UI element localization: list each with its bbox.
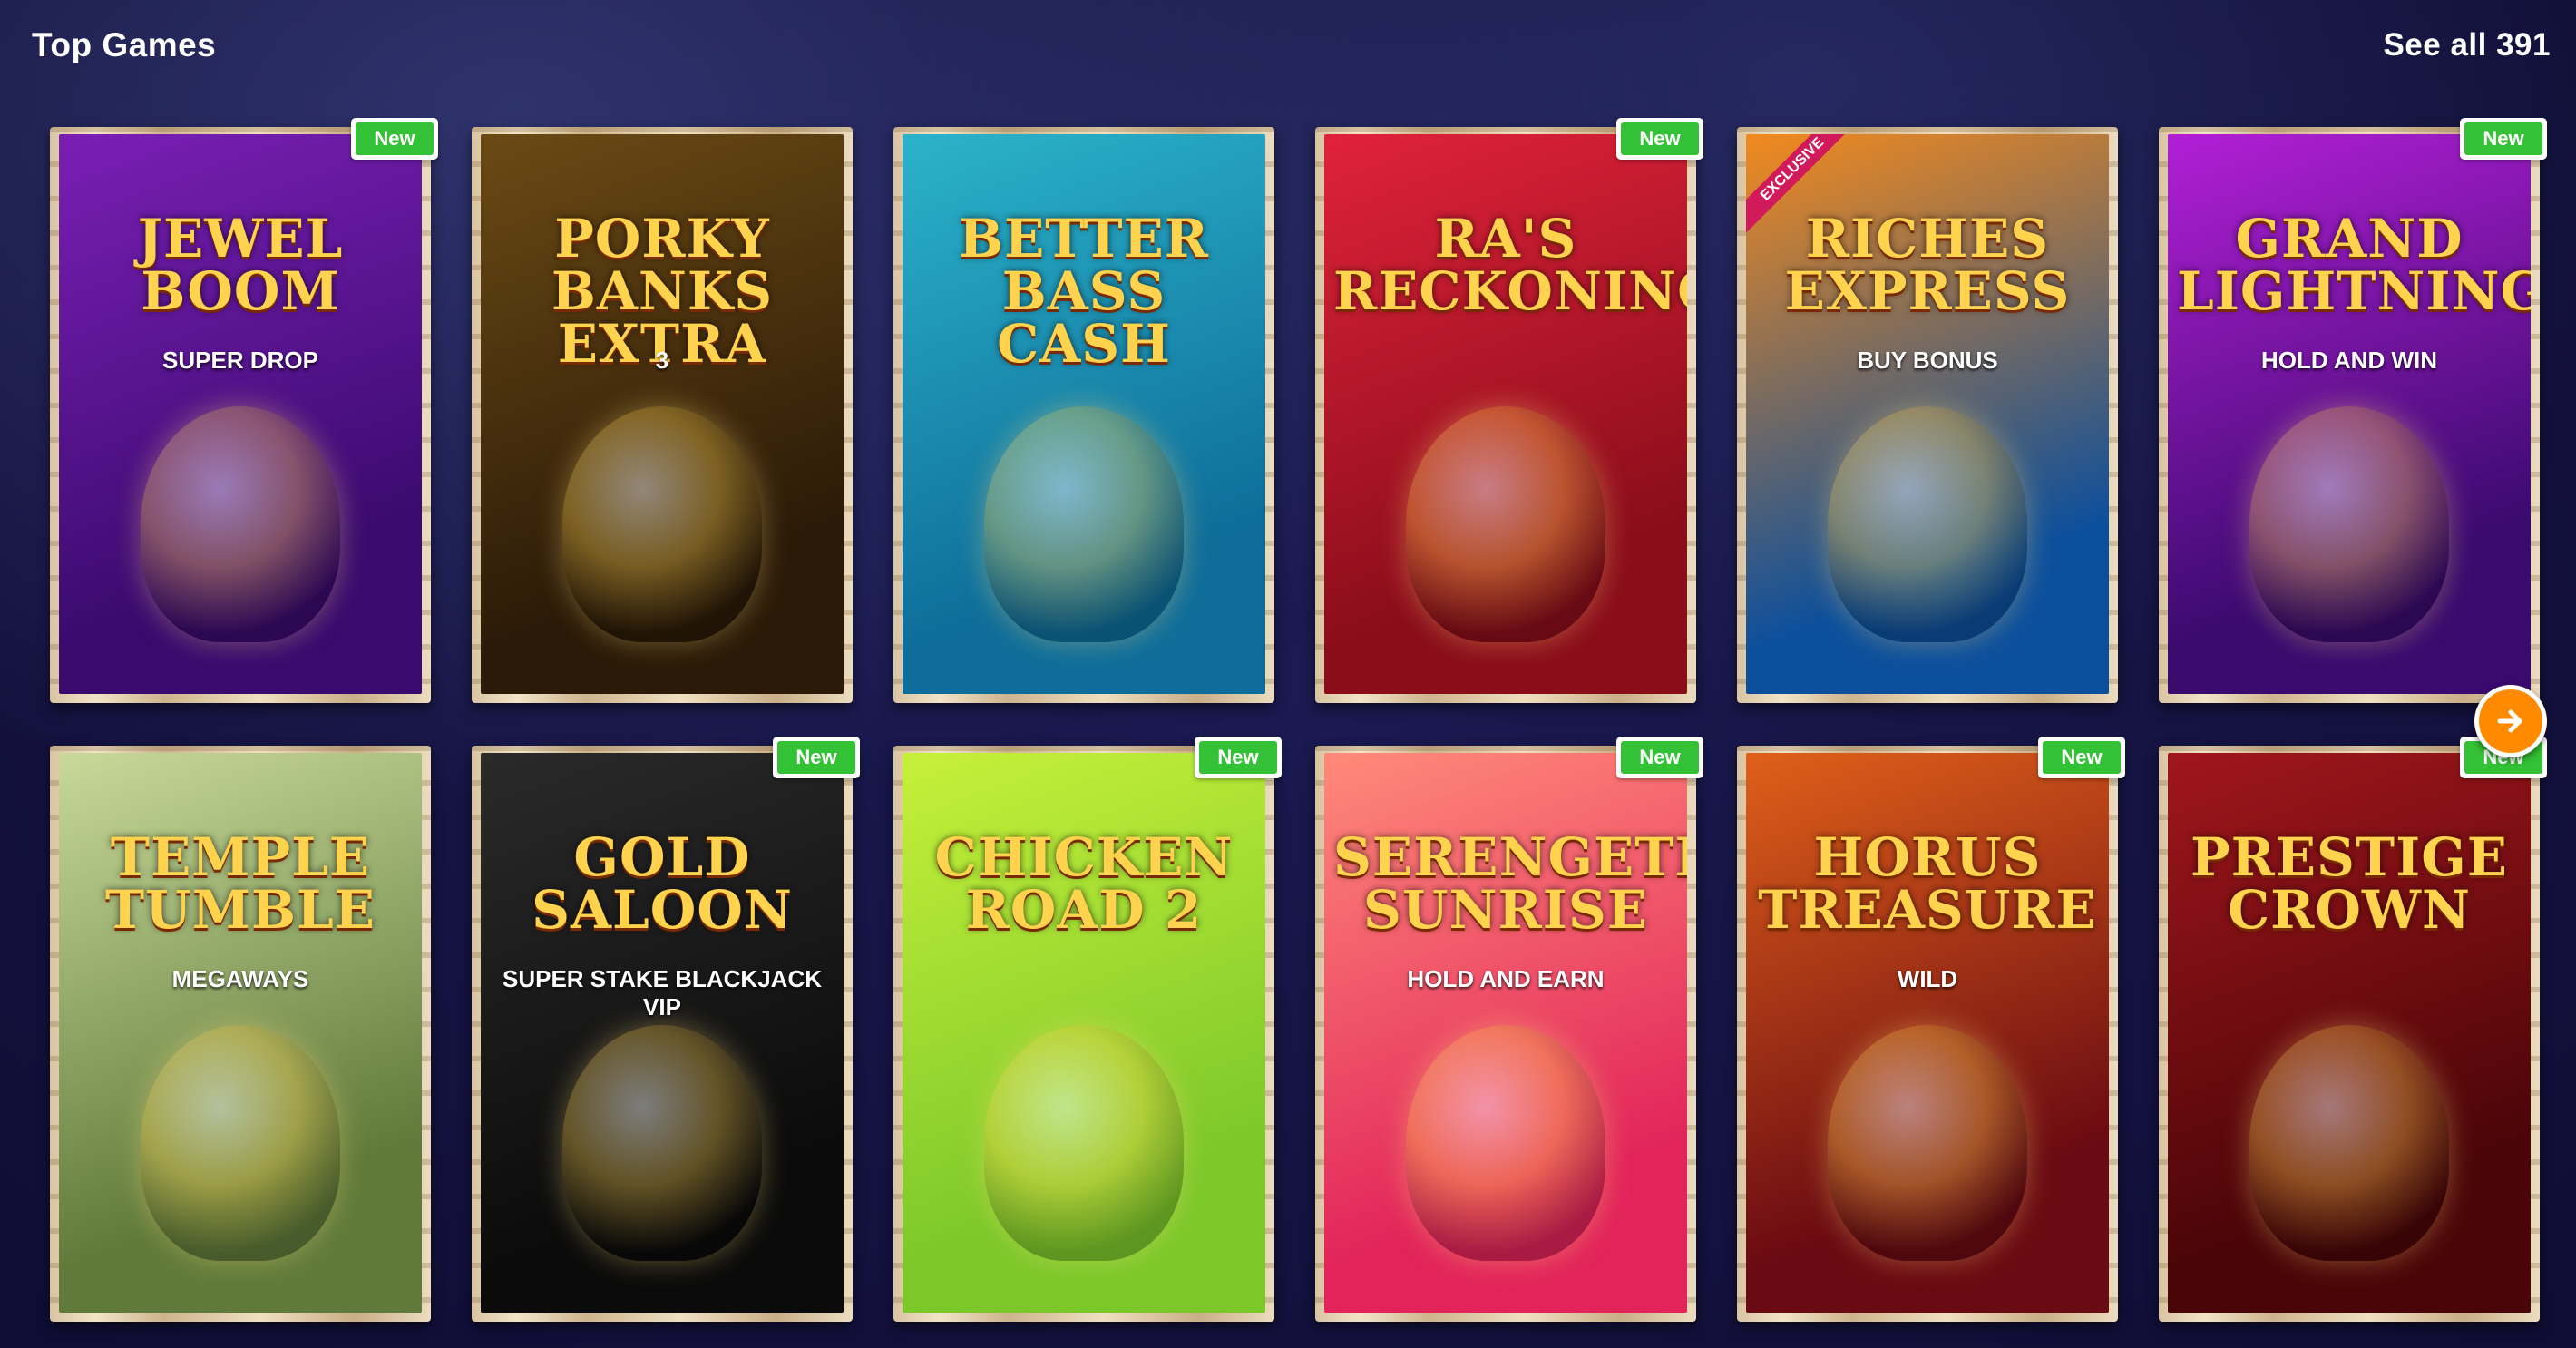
- game-card[interactable]: CHICKEN ROAD 2 New: [893, 737, 1282, 1322]
- game-title: SERENGETI SUNRISE: [1333, 826, 1687, 942]
- game-card[interactable]: RICHES EXPRESS BUY BONUS EXCLUSIVE: [1737, 127, 2118, 703]
- lightning-icon: [2249, 406, 2449, 642]
- train-icon: [1828, 406, 2027, 642]
- game-subtitle: SUPER DROP: [162, 347, 318, 375]
- game-thumbnail: TEMPLE TUMBLE MEGAWAYS: [59, 753, 422, 1313]
- game-thumbnail: GRAND LIGHTNING HOLD AND WIN: [2168, 134, 2531, 694]
- new-badge: New: [2038, 737, 2125, 778]
- game-title: HORUS TREASURE: [1758, 826, 2097, 942]
- arrow-right-icon: [2497, 709, 2522, 733]
- game-title: PRESTIGE CROWN: [2191, 826, 2508, 942]
- game-title: GOLD SALOON: [532, 826, 793, 942]
- new-badge-label: New: [1621, 122, 1699, 155]
- new-badge: New: [1195, 737, 1282, 778]
- new-badge-label: New: [356, 122, 434, 155]
- diamond-icon: [141, 406, 340, 642]
- game-card[interactable]: GRAND LIGHTNING HOLD AND WIN New: [2159, 118, 2547, 703]
- game-thumbnail: PORKY BANKS EXTRA 3: [481, 134, 844, 694]
- game-subtitle: HOLD AND EARN: [1407, 965, 1605, 993]
- game-thumbnail: GOLD SALOON SUPER STAKE BLACKJACK VIP: [481, 753, 844, 1313]
- game-card[interactable]: JEWEL BOOM SUPER DROP New: [50, 118, 438, 703]
- lion-icon: [1406, 1025, 1605, 1261]
- game-card[interactable]: RA'S RECKONING New: [1315, 118, 1703, 703]
- game-thumbnail: CHICKEN ROAD 2: [903, 753, 1265, 1313]
- new-badge: New: [1616, 737, 1703, 778]
- game-card[interactable]: SERENGETI SUNRISE HOLD AND EARN New: [1315, 737, 1703, 1322]
- game-card[interactable]: GOLD SALOON SUPER STAKE BLACKJACK VIP New: [472, 737, 860, 1322]
- new-badge: New: [1616, 118, 1703, 160]
- game-thumbnail: RICHES EXPRESS BUY BONUS EXCLUSIVE: [1746, 134, 2109, 694]
- next-page-button[interactable]: [2474, 685, 2547, 757]
- game-subtitle: SUPER STAKE BLACKJACK VIP: [503, 965, 822, 1021]
- game-card[interactable]: TEMPLE TUMBLE MEGAWAYS: [50, 746, 431, 1322]
- game-thumbnail: BETTER BASS CASH: [903, 134, 1265, 694]
- games-grid: JEWEL BOOM SUPER DROP New PORKY BANKS EXTRA…: [50, 118, 2547, 1324]
- game-title: BETTER BASS CASH: [959, 208, 1209, 376]
- game-title: CHICKEN ROAD 2: [934, 826, 1234, 942]
- game-subtitle: WILD: [1897, 965, 1958, 993]
- game-title: RICHES EXPRESS: [1784, 208, 2071, 323]
- game-card[interactable]: PORKY BANKS EXTRA 3: [472, 127, 853, 703]
- game-thumbnail: PRESTIGE CROWN: [2168, 753, 2531, 1313]
- game-thumbnail: RA'S RECKONING: [1324, 134, 1687, 694]
- explorer-icon: [141, 1025, 340, 1261]
- fisherman-icon: [984, 406, 1184, 642]
- dealer-icon: [562, 1025, 762, 1261]
- piggy-bank-icon: [562, 406, 762, 642]
- game-thumbnail: HORUS TREASURE WILD: [1746, 753, 2109, 1313]
- new-badge-label: New: [1199, 741, 1277, 774]
- game-subtitle: BUY BONUS: [1857, 347, 1998, 375]
- section-header: Top Games See all 391: [32, 20, 2551, 71]
- game-thumbnail: SERENGETI SUNRISE HOLD AND EARN: [1324, 753, 1687, 1313]
- new-badge-label: New: [1621, 741, 1699, 774]
- crown-icon: [2249, 1025, 2449, 1261]
- ra-warrior-icon: [1406, 406, 1605, 642]
- new-badge: New: [351, 118, 438, 160]
- game-card[interactable]: PRESTIGE CROWN New: [2159, 737, 2547, 1322]
- pharaoh-icon: [1828, 1025, 2027, 1261]
- new-badge-label: New: [777, 741, 855, 774]
- game-thumbnail: JEWEL BOOM SUPER DROP: [59, 134, 422, 694]
- chicken-icon: [984, 1025, 1184, 1261]
- see-all-link[interactable]: See all 391: [2383, 27, 2551, 63]
- game-subtitle: HOLD AND WIN: [2260, 347, 2437, 375]
- section-title: Top Games: [32, 26, 217, 63]
- game-title: GRAND LIGHTNING: [2177, 208, 2531, 323]
- game-subtitle: 3: [655, 347, 669, 375]
- game-title: JEWEL BOOM: [137, 208, 344, 323]
- new-badge: New: [773, 737, 860, 778]
- game-card[interactable]: HORUS TREASURE WILD New: [1737, 737, 2125, 1322]
- game-card[interactable]: BETTER BASS CASH: [893, 127, 1274, 703]
- game-title: TEMPLE TUMBLE: [105, 826, 376, 942]
- new-badge: New: [2460, 118, 2547, 160]
- new-badge-label: New: [2043, 741, 2121, 774]
- game-subtitle: MEGAWAYS: [171, 965, 309, 993]
- game-title: RA'S RECKONING: [1333, 208, 1687, 323]
- new-badge-label: New: [2464, 122, 2542, 155]
